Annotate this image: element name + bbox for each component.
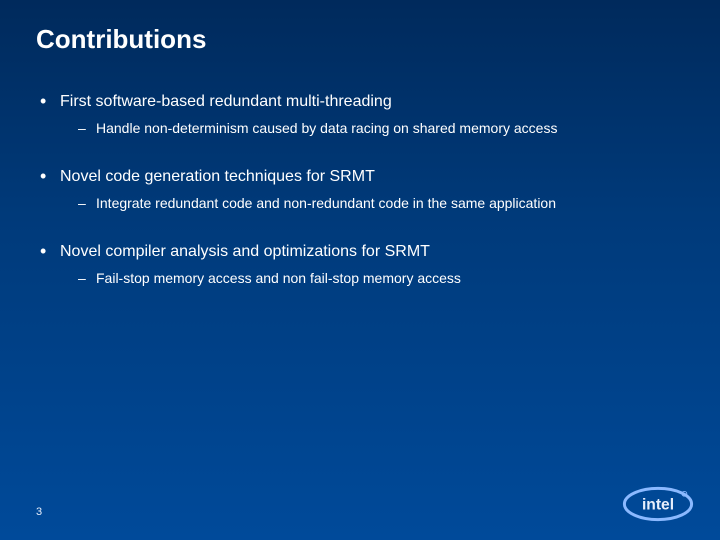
sub-item: Fail-stop memory access and non fail-sto…	[78, 269, 684, 289]
bullet-list: First software-based redundant multi-thr…	[36, 91, 684, 289]
page-number: 3	[36, 506, 42, 518]
bullet-text: Novel code generation techniques for SRM…	[60, 168, 375, 185]
bullet-item: Novel code generation techniques for SRM…	[40, 166, 684, 213]
sub-list: Fail-stop memory access and non fail-sto…	[60, 269, 684, 289]
slide: Contributions First software-based redun…	[0, 0, 720, 540]
sub-list: Handle non-determinism caused by data ra…	[60, 119, 684, 139]
sub-item: Handle non-determinism caused by data ra…	[78, 119, 684, 139]
slide-title: Contributions	[36, 24, 684, 55]
bullet-item: Novel compiler analysis and optimization…	[40, 241, 684, 288]
sub-list: Integrate redundant code and non-redunda…	[60, 194, 684, 214]
bullet-text: First software-based redundant multi-thr…	[60, 93, 392, 110]
svg-text:intel: intel	[642, 496, 674, 513]
bullet-item: First software-based redundant multi-thr…	[40, 91, 684, 138]
sub-item: Integrate redundant code and non-redunda…	[78, 194, 684, 214]
bullet-text: Novel compiler analysis and optimization…	[60, 243, 430, 260]
intel-logo-icon: intel R	[622, 482, 694, 526]
